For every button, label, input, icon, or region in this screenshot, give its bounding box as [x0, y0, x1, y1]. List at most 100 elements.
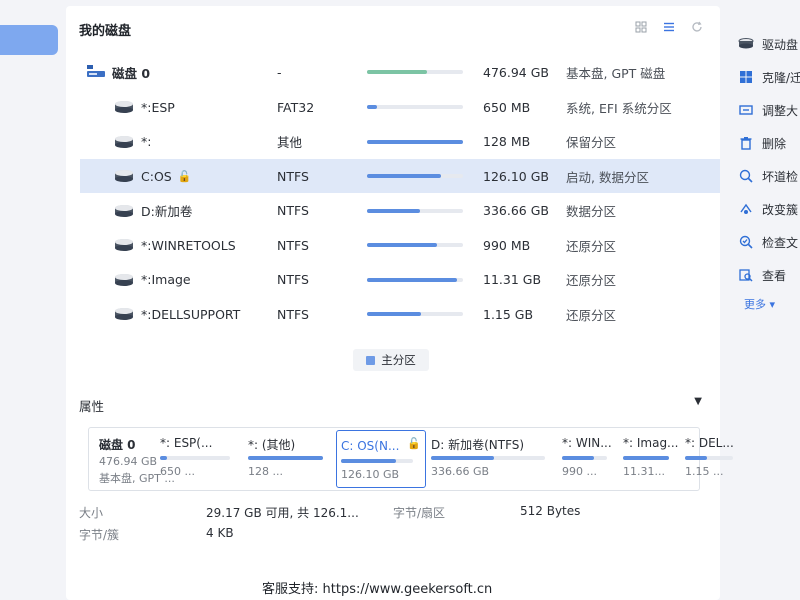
partition-map-cell[interactable]: *: WIN... 990 ... — [562, 428, 617, 490]
action-label: 坏道检 — [762, 169, 799, 184]
list-view-icon[interactable] — [662, 20, 676, 34]
partition-size: 11.31 GB — [483, 272, 542, 287]
partition-disk-icon — [113, 238, 135, 252]
bad-sector-icon — [738, 168, 754, 184]
partition-usage-bar — [367, 139, 463, 144]
action-label: 删除 — [762, 136, 787, 151]
resize-icon — [738, 102, 754, 118]
partition-desc: 数据分区 — [566, 204, 617, 219]
partition-fs: FAT32 — [277, 99, 315, 115]
map-cell-usage-bar — [431, 456, 545, 460]
disk-row[interactable]: 磁盘 0 - 476.94 GB 基本盘, GPT 磁盘 — [80, 55, 720, 89]
size-value: 29.17 GB 可用, 共 126.1... — [206, 506, 359, 520]
disk-usage-fill — [367, 70, 427, 74]
partition-map-cell[interactable]: *: DEL... 1.15 ... — [685, 428, 743, 490]
partition-usage-fill — [367, 208, 420, 213]
action-resize[interactable]: 调整大 — [738, 100, 800, 120]
partition-name: D:新加卷 — [141, 204, 193, 219]
partition-map-cell[interactable]: D: 新加卷(NTFS) 336.66 GB — [431, 428, 555, 490]
partition-usage-bar — [367, 174, 463, 178]
windows-icon — [738, 69, 754, 85]
refresh-icon[interactable] — [690, 20, 704, 34]
action-label: 查看 — [762, 268, 787, 283]
grid-view-icon[interactable] — [634, 20, 648, 34]
disk-panel: 我的磁盘 磁盘 0 - 476.94 GB 基本盘, GPT 磁盘 *:ESP F… — [66, 6, 734, 600]
partition-usage-bar — [367, 105, 463, 109]
partition-fs: NTFS — [277, 272, 309, 287]
partition-name: *:Image — [141, 272, 191, 287]
map-cell-name: *: ESP(... — [160, 436, 213, 450]
legend-label: 主分区 — [381, 353, 416, 367]
lock-icon: 🔓 — [177, 169, 192, 183]
action-view[interactable]: 查看 — [738, 265, 800, 285]
map-cell-size: 11.31... — [623, 465, 665, 478]
partition-map-cell[interactable]: *: Imag... 11.31... — [623, 428, 679, 490]
partition-size: 650 MB — [483, 99, 531, 115]
map-cell-name: *: WIN... — [562, 436, 612, 450]
partition-map-cell[interactable]: C: OS(N... 🔓 126.10 GB — [336, 430, 426, 488]
disk-name: 磁盘 0 — [112, 65, 151, 81]
partition-map-cell[interactable]: *: (其他) 128 ... — [248, 428, 333, 490]
action-change[interactable]: 改变簇 — [738, 199, 800, 219]
support-note: 客服支持: https://www.geekersoft.cn — [262, 582, 493, 597]
bytes-per-cluster-value: 4 KB — [206, 526, 234, 540]
partition-fs: NTFS — [277, 203, 309, 218]
map-cell-name: *: DEL... — [685, 436, 734, 450]
action-trash[interactable]: 删除 — [738, 133, 800, 153]
partition-name: *: — [141, 134, 152, 149]
map-cell-name: *: (其他) — [248, 438, 296, 452]
map-cell-usage-fill — [562, 456, 594, 460]
partition-disk-icon — [113, 135, 135, 149]
map-disk-name: 磁盘 0 — [99, 438, 136, 452]
map-cell-usage-fill — [685, 456, 707, 460]
action-bad-sector[interactable]: 坏道检 — [738, 166, 800, 186]
action-check-file[interactable]: 检查文 — [738, 232, 800, 252]
more-menu-button[interactable]: 更多 ▾ — [744, 296, 775, 312]
map-disk-size: 476.94 GB — [99, 455, 158, 468]
action-windows[interactable]: 克隆/迁 — [738, 67, 800, 87]
partition-disk-icon — [113, 307, 135, 321]
disk-usage-bar — [367, 70, 463, 74]
partition-size: 336.66 GB — [483, 203, 549, 218]
action-disk[interactable]: 驱动盘 — [738, 34, 800, 54]
partition-name: C:OS — [141, 168, 172, 184]
map-cell-size: 126.10 GB — [341, 468, 400, 481]
map-cell-usage-fill — [248, 456, 323, 460]
partition-disk-icon — [113, 169, 135, 183]
partition-usage-fill — [367, 174, 441, 178]
partition-name: *:DELLSUPPORT — [141, 306, 241, 322]
properties-title: 属性 — [79, 399, 105, 414]
action-label: 改变簇 — [762, 202, 799, 217]
partition-row[interactable]: *:WINRETOOLS NTFS 990 MB 还原分区 — [80, 228, 720, 262]
partition-disk-icon — [113, 100, 135, 114]
collapse-caret-icon[interactable]: ▼ — [694, 396, 702, 407]
partition-size: 1.15 GB — [483, 306, 534, 322]
map-cell-size: 1.15 ... — [685, 465, 724, 478]
map-cell-usage-fill — [431, 456, 494, 460]
map-cell-name: C: OS(N... — [341, 439, 400, 453]
partition-row[interactable]: *: 其他 128 MB 保留分区 — [80, 125, 720, 159]
partition-row[interactable]: *:Image NTFS 11.31 GB 还原分区 — [80, 263, 720, 297]
action-label: 克隆/迁 — [762, 70, 800, 85]
partition-usage-bar — [367, 277, 463, 282]
partition-desc: 还原分区 — [566, 307, 617, 323]
map-cell-usage-fill — [160, 456, 167, 460]
bytes-per-cluster-label: 字节/簇 — [79, 528, 120, 542]
partition-row[interactable]: D:新加卷 NTFS 336.66 GB 数据分区 — [80, 194, 720, 228]
left-nav-active-item[interactable] — [0, 25, 58, 55]
partition-usage-fill — [367, 312, 421, 316]
map-cell-usage-bar — [623, 456, 669, 460]
map-cell-size: 990 ... — [562, 465, 597, 478]
partition-map-cell[interactable]: *: ESP(... 650 ... — [160, 428, 240, 490]
legend-primary-partition: 主分区 — [353, 349, 429, 371]
partition-row[interactable]: *:DELLSUPPORT NTFS 1.15 GB 还原分区 — [80, 297, 720, 331]
partition-disk-icon — [113, 204, 135, 218]
partition-name: *:ESP — [141, 99, 175, 115]
partition-row[interactable]: *:ESP FAT32 650 MB 系统, EFI 系统分区 — [80, 90, 720, 124]
lock-icon: 🔓 — [407, 437, 421, 450]
trash-icon — [738, 135, 754, 151]
partition-row[interactable]: C:OS 🔓 NTFS 126.10 GB 启动, 数据分区 — [80, 159, 720, 193]
partition-fs: NTFS — [277, 168, 309, 184]
left-nav — [0, 0, 66, 600]
partition-fs: NTFS — [277, 237, 309, 253]
